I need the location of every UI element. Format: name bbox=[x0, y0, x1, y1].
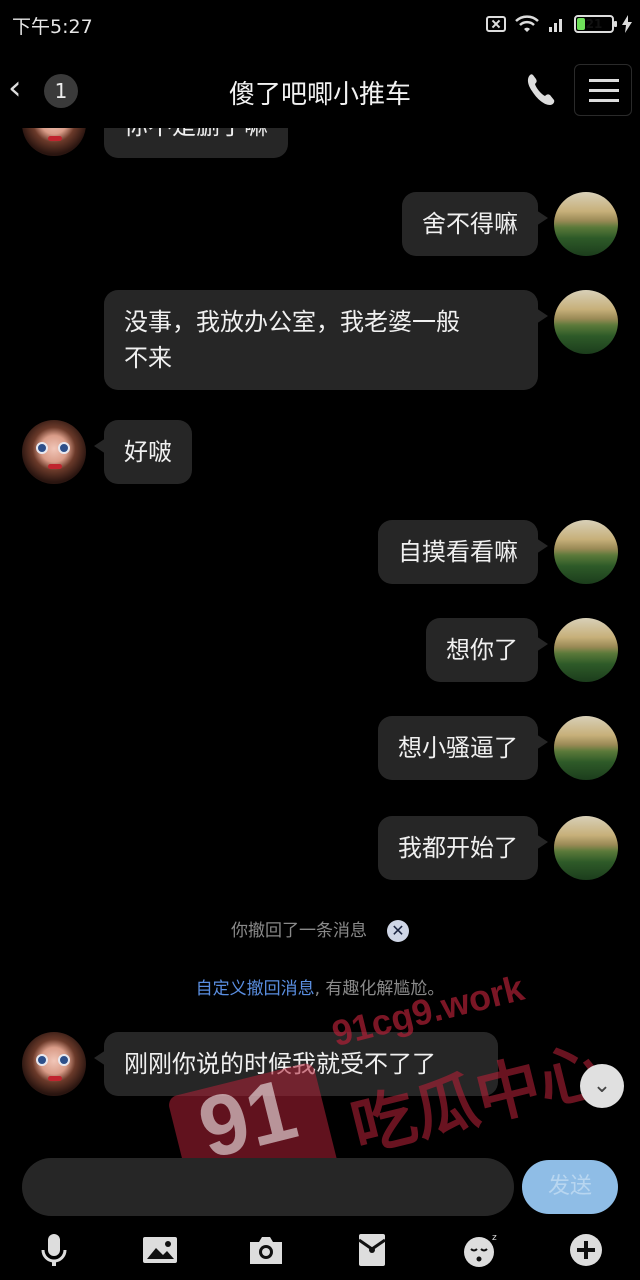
contact-avatar[interactable] bbox=[22, 128, 86, 156]
close-icon[interactable]: ✕ bbox=[387, 920, 409, 942]
custom-recall-rest: , 有趣化解尴尬。 bbox=[314, 979, 445, 999]
status-bar: 下午5:27 21 bbox=[0, 0, 640, 48]
emoji-icon[interactable]: z bbox=[460, 1230, 500, 1270]
charging-icon bbox=[622, 15, 632, 33]
battery-icon: 21 bbox=[574, 15, 617, 33]
mic-icon[interactable] bbox=[34, 1230, 74, 1270]
my-avatar[interactable] bbox=[554, 290, 618, 354]
custom-recall-link[interactable]: 自定义撤回消息 bbox=[196, 979, 315, 999]
message-bubble[interactable]: 好啵 bbox=[94, 420, 192, 484]
signal-icon bbox=[549, 19, 562, 32]
message-bubble[interactable]: 没事，我放办公室，我老婆一般 不来 bbox=[104, 290, 548, 390]
my-avatar[interactable] bbox=[554, 192, 618, 256]
message-bubble[interactable]: 想小骚逼了 bbox=[378, 716, 548, 780]
message-list[interactable]: 你不是删了嘛 舍不得嘛 没事，我放办公室，我老婆一般 不来 好啵 自摸看看嘛 想… bbox=[0, 128, 640, 1158]
contact-avatar[interactable] bbox=[22, 420, 86, 484]
camera-icon[interactable] bbox=[246, 1230, 286, 1270]
status-time: 下午5:27 bbox=[12, 16, 93, 38]
image-icon[interactable] bbox=[140, 1230, 180, 1270]
red-packet-icon[interactable] bbox=[352, 1230, 392, 1270]
input-toolbar: z bbox=[0, 1222, 640, 1280]
my-avatar[interactable] bbox=[554, 716, 618, 780]
custom-recall-tip: 自定义撤回消息, 有趣化解尴尬。 bbox=[0, 974, 640, 999]
message-bubble[interactable]: 我都开始了 bbox=[378, 816, 548, 880]
wifi-icon bbox=[515, 15, 539, 32]
contact-avatar[interactable] bbox=[22, 1032, 86, 1096]
my-avatar[interactable] bbox=[554, 816, 618, 880]
recall-notice: 你撤回了一条消息 ✕ bbox=[0, 916, 640, 942]
message-input[interactable] bbox=[22, 1158, 514, 1216]
no-sim-icon bbox=[486, 16, 506, 32]
chat-header: ‹ 1 傻了吧唧小推车 bbox=[0, 52, 640, 128]
my-avatar[interactable] bbox=[554, 618, 618, 682]
message-bubble[interactable]: 舍不得嘛 bbox=[402, 192, 548, 256]
message-bubble[interactable]: 你不是删了嘛 bbox=[104, 128, 288, 158]
plus-icon[interactable] bbox=[566, 1230, 606, 1270]
message-bubble[interactable]: 刚刚你说的时候我就受不了了 bbox=[94, 1032, 498, 1096]
svg-text:z: z bbox=[492, 1233, 497, 1243]
send-button[interactable]: 发送 bbox=[522, 1160, 618, 1214]
scroll-down-icon[interactable]: ⌄ bbox=[580, 1064, 624, 1108]
my-avatar[interactable] bbox=[554, 520, 618, 584]
status-icons: 21 bbox=[486, 12, 632, 36]
menu-icon[interactable] bbox=[574, 64, 632, 116]
battery-level: 21 bbox=[585, 17, 603, 31]
recall-text: 你撤回了一条消息 bbox=[231, 921, 367, 941]
phone-icon[interactable] bbox=[524, 72, 558, 108]
message-bubble[interactable]: 想你了 bbox=[426, 618, 548, 682]
message-bubble[interactable]: 自摸看看嘛 bbox=[378, 520, 548, 584]
